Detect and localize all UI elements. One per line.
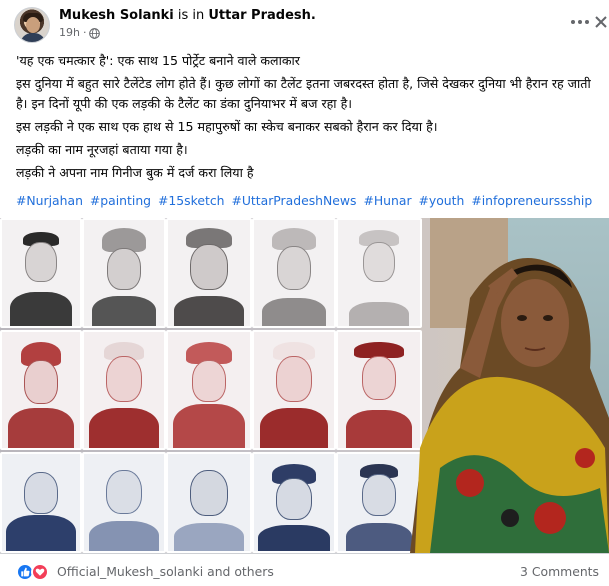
reaction-icons[interactable] [16,563,49,581]
more-dot [578,20,582,24]
sketch-body [258,525,330,551]
sketch-body [8,408,74,448]
post-timestamp[interactable]: 19h [59,26,80,40]
hashtag-link[interactable]: #Hunar [363,193,411,208]
saluting-artist [410,258,609,553]
sketch-head [190,470,228,516]
post-line-title: 'यह एक चमत्कार है': एक साथ 15 पोर्ट्रेट … [16,53,300,68]
more-dot [585,20,589,24]
author-avatar[interactable] [14,7,50,43]
post-message: 'यह एक चमत्कार है': एक साथ 15 पोर्ट्रेट … [16,51,601,186]
portrait-sketch [82,218,166,328]
sketch-body [174,296,244,326]
portrait-sketch [166,330,252,450]
sketch-head [25,242,57,282]
heart-glyph [35,568,45,576]
sketch-body [89,521,159,551]
portrait-sketch [0,452,82,553]
hashtag-link[interactable]: #15sketch [158,193,224,208]
portrait-sketch [252,218,336,328]
sketch-head [24,472,58,514]
close-icon[interactable] [594,12,608,32]
sketch-head [192,360,226,402]
sketch-body [260,408,328,448]
post-meta: 19h · [59,26,101,40]
post-header: Mukesh Solanki is in Uttar Pradesh. 19h … [0,0,609,46]
sketch-body [262,298,326,326]
portrait-sketch [166,452,252,553]
sketch-body [92,296,156,326]
portrait-sketch [252,452,336,553]
sketch-head [24,360,58,404]
sketch-head [277,246,311,290]
avatar-shirt [20,33,46,42]
post-line-intro: इस दुनिया में बहुत सारे टैलेंटेड लोग होत… [16,76,591,111]
more-options-button[interactable] [568,12,592,32]
comments-count-link[interactable]: 3 Comments [520,564,599,579]
sketch-head [276,356,312,402]
sketch-head [190,244,228,290]
post-footer: Official_Mukesh_solanki and others 3 Com… [0,553,609,586]
sketch-head [276,478,312,520]
more-horizontal-icon [571,20,575,24]
sketch-head [106,470,142,514]
sketch-head [107,248,141,290]
post-line-name: लड़की का नाम नूरजहां बताया गया है। [16,142,188,157]
hashtag-link[interactable]: #painting [90,193,151,208]
author-line: Mukesh Solanki is in Uttar Pradesh. [59,8,316,24]
location-link[interactable]: Uttar Pradesh. [208,8,315,23]
portrait-sketch [82,452,166,553]
meta-separator: · [82,26,87,39]
portrait-sketch [166,218,252,328]
sketch-head [362,474,396,516]
facebook-post: Mukesh Solanki is in Uttar Pradesh. 19h … [0,0,609,586]
sketch-body [89,408,159,448]
post-line-record: लड़की ने अपना नाम गिनीज बुक में दर्ज करा… [16,165,254,180]
globe-icon [89,27,101,39]
hashtag-link[interactable]: #Nurjahan [16,193,83,208]
reactors-link[interactable]: Official_Mukesh_solanki and others [57,564,274,579]
hashtag-link[interactable]: #UttarPradeshNews [231,193,356,208]
sketch-body [173,404,245,448]
portrait-sketch [0,330,82,450]
sketch-head [363,242,395,282]
portrait-sketch [0,218,82,328]
hashtag-list: #Nurjahan #painting #15sketch #UttarPrad… [16,192,595,210]
portrait-sketch [82,330,166,450]
is-in-text: is in [177,8,205,23]
sketch-head [106,356,142,402]
sketch-body [10,292,72,326]
sketch-head [362,356,396,400]
author-name[interactable]: Mukesh Solanki [59,8,174,23]
sketch-body [174,523,244,551]
love-icon [31,563,49,581]
post-photo[interactable] [0,218,609,553]
avatar-face [26,17,40,33]
sketch-body [6,515,76,551]
post-line-detail: इस लड़की ने एक साथ एक हाथ से 15 महापुरुष… [16,119,438,134]
portrait-sketch [252,330,336,450]
hashtag-link[interactable]: #youth [419,193,465,208]
thumbs-up-glyph [21,567,30,577]
hashtag-link[interactable]: #infopreneurssship [471,193,592,208]
